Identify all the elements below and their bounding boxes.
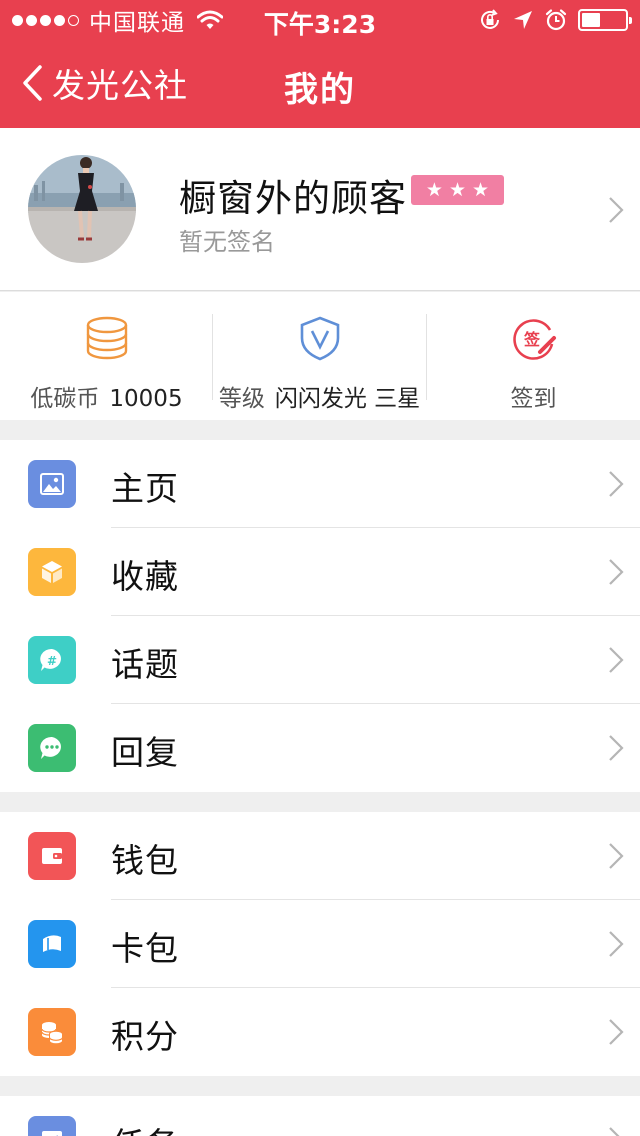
- card-icon: [28, 920, 76, 968]
- chevron-right-icon: [609, 735, 624, 761]
- menu-item-home[interactable]: 主页: [0, 440, 640, 528]
- orientation-lock-icon: [481, 9, 499, 29]
- low-carbon-coins[interactable]: 低碳币 10005: [0, 292, 213, 420]
- svg-text:#: #: [47, 654, 57, 668]
- username: 橱窗外的顾客: [179, 177, 407, 220]
- chevron-right-icon: [609, 647, 624, 673]
- coins-value: 10005: [109, 386, 183, 412]
- status-bar: 中国联通 下午3:23: [0, 0, 640, 40]
- battery-icon: [578, 9, 632, 31]
- coins-icon: [28, 1008, 76, 1056]
- checkin-sign-icon: 签: [512, 319, 556, 360]
- menu-item-label: 话题: [111, 645, 179, 684]
- menu-item-replies[interactable]: 回复: [0, 704, 640, 792]
- checkin-button[interactable]: 签 签到: [427, 292, 640, 420]
- alarm-clock-icon: [545, 9, 567, 31]
- checkin-label: 签到: [510, 386, 557, 412]
- svg-text:签: 签: [522, 330, 540, 349]
- star-icon: ★: [425, 179, 443, 201]
- chevron-right-icon: [609, 197, 624, 223]
- menu-item-tasks[interactable]: 任务: [0, 1096, 640, 1136]
- star-icon: ★: [448, 179, 467, 201]
- menu-item-label: 主页: [111, 469, 179, 508]
- menu-item-label: 收藏: [111, 557, 179, 596]
- coins-label: 低碳币: [30, 386, 100, 412]
- chevron-right-icon: [609, 1127, 620, 1136]
- menu-item-favorites[interactable]: 收藏: [0, 528, 640, 616]
- level-label: 等级: [218, 386, 265, 412]
- avatar[interactable]: [28, 155, 136, 263]
- menu-item-points[interactable]: 积分: [0, 988, 640, 1076]
- chevron-right-icon: [609, 559, 624, 585]
- task-icon: [28, 1116, 76, 1136]
- location-arrow-icon: [514, 11, 532, 29]
- menu-group-finance: 钱包 卡包 积分: [0, 812, 640, 1076]
- level-value: 闪闪发光 三星: [274, 386, 421, 412]
- profile-card[interactable]: 橱窗外的顾客 ★ ★ ★ 暂无签名: [0, 128, 640, 291]
- page-title: 我的: [284, 70, 356, 110]
- menu-item-wallet[interactable]: 钱包: [0, 812, 640, 900]
- wallet-icon: [28, 832, 76, 880]
- hashtag-chat-icon: #: [28, 636, 76, 684]
- menu-item-label: 卡包: [111, 929, 179, 968]
- navigation-bar: 发光公社 我的: [0, 40, 640, 128]
- chevron-right-icon: [609, 1019, 624, 1045]
- star-rating-badge: ★ ★ ★: [411, 175, 504, 205]
- v-shield-icon: [300, 316, 339, 361]
- menu-item-label: 钱包: [111, 841, 179, 880]
- menu-group-tasks: 任务: [0, 1096, 640, 1136]
- menu-group-content: 主页 收藏 # 话题 回复: [0, 440, 640, 792]
- status-right: [478, 6, 632, 34]
- chevron-right-icon: [609, 471, 624, 497]
- user-level[interactable]: 等级 闪闪发光 三星: [213, 292, 426, 420]
- menu-item-label: 积分: [111, 1017, 179, 1056]
- menu-item-card-wallet[interactable]: 卡包: [0, 900, 640, 988]
- image-icon: [28, 460, 76, 508]
- star-icon: ★: [472, 179, 490, 201]
- menu-item-label: 回复: [111, 733, 179, 772]
- chevron-right-icon: [609, 843, 624, 869]
- chat-bubble-icon: [28, 724, 76, 772]
- signature: 暂无签名: [179, 228, 275, 256]
- chevron-right-icon: [609, 931, 624, 957]
- cube-icon: [28, 548, 76, 596]
- menu-item-label: 任务: [111, 1118, 179, 1136]
- coin-stack-icon: [86, 316, 127, 360]
- stats-row: 低碳币 10005 等级 闪闪发光 三星 签 签到: [0, 292, 640, 420]
- menu-item-topics[interactable]: # 话题: [0, 616, 640, 704]
- header: 中国联通 下午3:23 发光公社 我的: [0, 0, 640, 128]
